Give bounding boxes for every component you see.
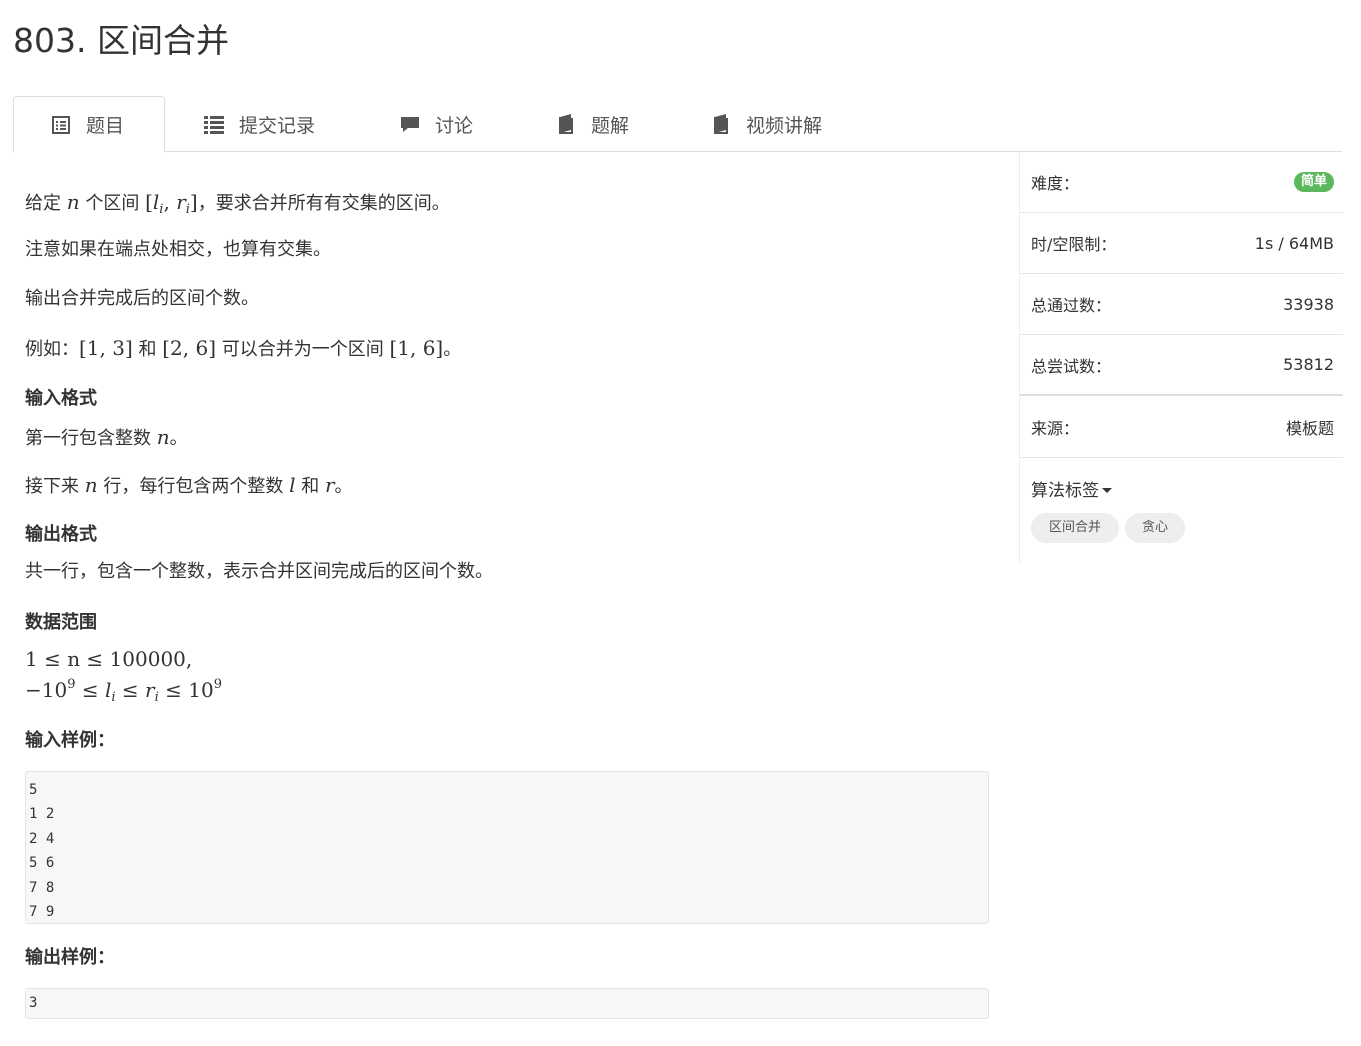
input-format-heading: 输入格式: [25, 388, 97, 409]
tried-label: 总尝试数：: [1031, 356, 1112, 376]
code-line: 5 6: [29, 855, 55, 872]
source-label: 来源：: [1031, 419, 1080, 438]
code-line: 2 4: [29, 830, 55, 847]
data-range-line1: 1 ≤ n ≤ 100000,: [25, 647, 193, 671]
passed-value: 33938: [1283, 294, 1334, 314]
tab-discussion-label: 讨论: [435, 114, 474, 137]
tag-greedy[interactable]: 贪心: [1125, 513, 1185, 543]
problem-info-sidebar: 难度： 简单 时/空限制： 1s / 64MB 总通过数： 33938 总尝试数…: [1019, 152, 1343, 564]
passed-label: 总通过数：: [1031, 296, 1112, 315]
limit-label: 时/空限制：: [1031, 235, 1117, 254]
output-format-line: 共一行，包含一个整数，表示合并区间完成后的区间个数。: [25, 561, 493, 582]
difficulty-badge: 简单: [1293, 172, 1334, 192]
sample-input-heading: 输入样例：: [25, 730, 115, 751]
tab-video[interactable]: 视频讲解: [710, 96, 822, 152]
limit-value: 1s / 64MB: [1254, 233, 1334, 253]
tab-video-label: 视频讲解: [746, 114, 823, 137]
tried-row: 总尝试数： 53812: [1020, 335, 1343, 396]
passed-row: 总通过数： 33938: [1020, 274, 1343, 335]
tried-value: 53812: [1283, 355, 1334, 374]
page-title: 803. 区间合并: [13, 21, 229, 60]
data-range-heading: 数据范围: [25, 612, 97, 633]
book-icon: [555, 113, 577, 135]
list-icon: [203, 113, 225, 135]
code-line: 7 9: [29, 903, 55, 920]
problem-description: 给定 n 个区间 [li, ri]，要求合并所有有交集的区间。: [25, 190, 450, 217]
tag-interval-merge[interactable]: 区间合并: [1031, 513, 1119, 543]
output-format-heading: 输出格式: [25, 524, 97, 545]
sample-output-heading: 输出样例：: [25, 947, 115, 968]
tab-submissions[interactable]: 提交记录: [203, 96, 315, 152]
tab-solutions-label: 题解: [591, 114, 630, 137]
tab-solutions[interactable]: 题解: [555, 96, 629, 152]
limit-row: 时/空限制： 1s / 64MB: [1020, 213, 1343, 274]
tab-bar: 题目 提交记录 讨论 题解 视频讲解: [13, 96, 1342, 153]
problem-example: 例如：[1, 3] 和 [2, 6] 可以合并为一个区间 [1, 6]。: [25, 336, 462, 360]
algorithm-tags-label: 算法标签: [1031, 481, 1099, 501]
tab-problem[interactable]: 题目: [13, 96, 165, 153]
source-value[interactable]: 模板题: [1286, 415, 1334, 439]
data-range-line2: −109 ≤ li ≤ ri ≤ 109: [25, 677, 222, 705]
sample-input-box[interactable]: 5 1 2 2 4 5 6 7 8 7 9: [25, 771, 989, 924]
problem-output-desc: 输出合并完成后的区间个数。: [25, 288, 259, 309]
problem-note: 注意如果在端点处相交，也算有交集。: [25, 239, 331, 260]
tab-problem-label: 题目: [86, 115, 125, 137]
book-icon: [710, 113, 732, 135]
code-line: 3: [29, 995, 38, 1011]
input-format-line1: 第一行包含整数 n。: [25, 425, 188, 449]
problem-list-icon: [50, 114, 72, 136]
tab-discussion[interactable]: 讨论: [399, 96, 473, 152]
caret-down-icon: [1102, 487, 1112, 493]
difficulty-label: 难度：: [1031, 174, 1080, 193]
code-line: 5: [29, 782, 38, 798]
input-format-line2: 接下来 n 行，每行包含两个整数 l 和 r。: [25, 473, 353, 497]
code-line: 1 2: [29, 806, 55, 823]
comment-icon: [399, 113, 421, 135]
source-row: 来源： 模板题: [1020, 397, 1343, 458]
difficulty-row: 难度： 简单: [1020, 152, 1343, 213]
code-line: 7 8: [29, 879, 55, 896]
tab-submissions-label: 提交记录: [239, 114, 316, 137]
sample-output-box[interactable]: 3: [25, 988, 989, 1019]
algorithm-tags-toggle[interactable]: 算法标签: [1031, 476, 1112, 501]
